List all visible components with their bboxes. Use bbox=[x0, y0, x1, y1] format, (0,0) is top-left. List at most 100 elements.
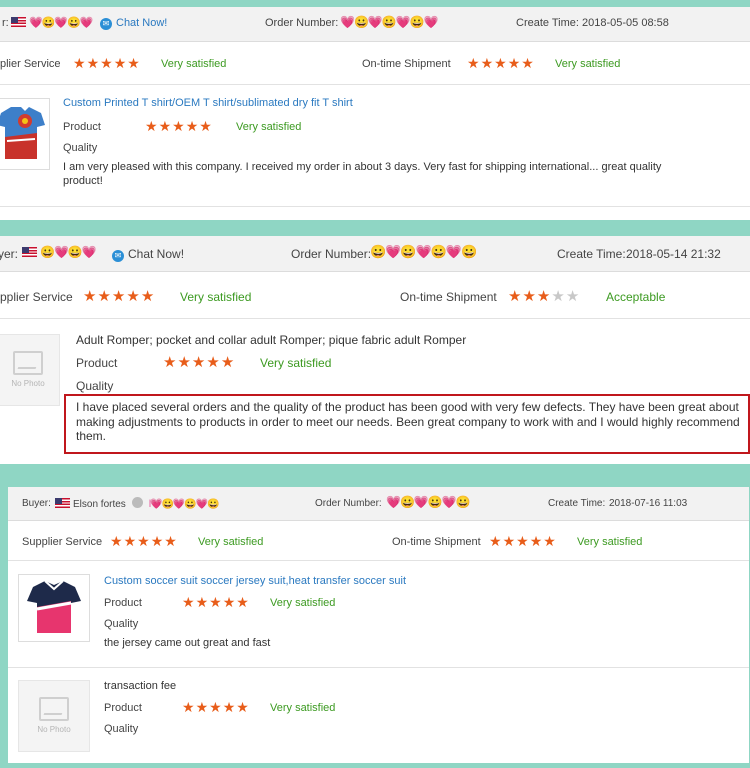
us-flag-icon bbox=[55, 498, 70, 508]
soccer-jersey-image-icon bbox=[27, 580, 81, 633]
product-thumbnail[interactable] bbox=[0, 98, 50, 170]
star-filled-icon: ★ bbox=[140, 288, 156, 305]
star-filled-icon: ★ bbox=[86, 55, 101, 71]
star-filled-icon: ★ bbox=[195, 594, 210, 610]
supplier-service-stars: ★★★★★ bbox=[110, 533, 178, 550]
quality-label: Quality bbox=[63, 142, 98, 154]
star-filled-icon: ★ bbox=[543, 533, 557, 549]
star-filled-icon: ★ bbox=[185, 118, 200, 134]
product-title-link[interactable]: Custom Printed T shirt/OEM T shirt/subli… bbox=[63, 97, 353, 109]
star-filled-icon: ★ bbox=[195, 699, 210, 715]
review-comment: I have placed several orders and the qua… bbox=[76, 400, 740, 443]
product-rating-text: Very satisfied bbox=[270, 597, 336, 609]
chat-now-link[interactable]: ✉ Chat Now! bbox=[112, 247, 184, 262]
product-rating-text: Very satisfied bbox=[236, 121, 302, 133]
shipment-text: Acceptable bbox=[606, 290, 666, 304]
product-stars: ★★★★★ bbox=[163, 353, 235, 371]
image-placeholder-icon bbox=[39, 697, 69, 721]
product-title-link[interactable]: Custom soccer suit soccer jersey suit,he… bbox=[104, 575, 406, 587]
star-filled-icon: ★ bbox=[163, 354, 178, 371]
star-filled-icon: ★ bbox=[145, 118, 159, 134]
review-card-2: yer: 😀💗😀💗 ✉ Chat Now! Order Number: 😀💗😀💗😀… bbox=[0, 236, 750, 464]
shipment-label: On-time Shipment bbox=[400, 290, 497, 304]
buyer-info: 😀💗😀💗 bbox=[19, 245, 97, 259]
star-filled-icon: ★ bbox=[177, 354, 192, 371]
masked-order-emoji-icons: 💗😀💗😀💗😀 bbox=[386, 495, 471, 509]
star-filled-icon: ★ bbox=[507, 55, 522, 71]
star-filled-icon: ★ bbox=[502, 533, 517, 549]
buyer-name: Elson fortes bbox=[73, 499, 126, 510]
create-time-value: 2018-05-14 21:32 bbox=[626, 247, 721, 261]
shipment-stars: ★★★★★ bbox=[508, 287, 580, 305]
supplier-service-label: Supplier Service bbox=[22, 536, 103, 548]
star-filled-icon: ★ bbox=[100, 55, 114, 71]
no-photo-label: No Photo bbox=[11, 379, 45, 388]
star-filled-icon: ★ bbox=[222, 594, 237, 610]
star-filled-icon: ★ bbox=[508, 288, 523, 305]
product-title[interactable]: Adult Romper; pocket and collar adult Ro… bbox=[76, 333, 466, 347]
no-photo-label: No Photo bbox=[37, 725, 71, 734]
chat-now-link[interactable]: ✉ Chat Now! bbox=[100, 17, 167, 30]
shipment-stars: ★★★★★ bbox=[467, 55, 535, 72]
create-time-value: 2018-05-05 08:58 bbox=[582, 17, 669, 29]
chat-now-label: Chat Now! bbox=[116, 17, 168, 29]
product-thumbnail[interactable] bbox=[18, 574, 90, 642]
review-comment: the jersey came out great and fast bbox=[104, 637, 271, 649]
product-stars: ★★★★★ bbox=[182, 594, 250, 611]
chat-now-label: Chat Now! bbox=[128, 247, 185, 261]
star-filled-icon: ★ bbox=[127, 55, 141, 71]
supplier-service-text: Very satisfied bbox=[198, 536, 264, 548]
star-filled-icon: ★ bbox=[236, 594, 250, 610]
buyer-label: yer: bbox=[0, 247, 19, 261]
supplier-service-stars: ★★★★★ bbox=[83, 287, 155, 305]
star-filled-icon: ★ bbox=[126, 288, 141, 305]
star-filled-icon: ★ bbox=[467, 55, 481, 71]
product-label: Product bbox=[63, 121, 101, 133]
supplier-service-label: plier Service bbox=[0, 58, 61, 70]
product-stars: ★★★★★ bbox=[182, 699, 250, 716]
star-filled-icon: ★ bbox=[199, 118, 213, 134]
avatar-icon bbox=[131, 497, 143, 508]
star-filled-icon: ★ bbox=[83, 288, 98, 305]
buyer-info: Elson fortes l💗😀💗😀💗😀 bbox=[52, 497, 220, 510]
star-filled-icon: ★ bbox=[480, 55, 495, 71]
review-card-1: r: 💗😀💗😀💗 ✉ Chat Now! Order Number: 💗😀💗😀💗😀… bbox=[0, 7, 750, 220]
order-number-label: Order Number: bbox=[291, 247, 372, 261]
quality-label: Quality bbox=[76, 379, 114, 393]
star-filled-icon: ★ bbox=[137, 533, 151, 549]
quality-label: Quality bbox=[104, 618, 139, 630]
star-filled-icon: ★ bbox=[494, 55, 508, 71]
shipment-stars: ★★★★★ bbox=[489, 533, 557, 550]
masked-name-emoji-icons: l💗😀💗😀💗😀 bbox=[148, 499, 220, 510]
star-filled-icon: ★ bbox=[521, 55, 535, 71]
star-filled-icon: ★ bbox=[236, 699, 250, 715]
product-title[interactable]: transaction fee bbox=[104, 680, 176, 692]
star-filled-icon: ★ bbox=[150, 533, 165, 549]
star-filled-icon: ★ bbox=[522, 288, 537, 305]
star-filled-icon: ★ bbox=[209, 594, 223, 610]
review-header: r: 💗😀💗😀💗 ✉ Chat Now! Order Number: 💗😀💗😀💗😀… bbox=[0, 7, 750, 42]
star-filled-icon: ★ bbox=[111, 288, 127, 305]
star-filled-icon: ★ bbox=[529, 533, 544, 549]
shipment-text: Very satisfied bbox=[577, 536, 643, 548]
star-filled-icon: ★ bbox=[172, 118, 186, 134]
star-filled-icon: ★ bbox=[164, 533, 178, 549]
image-placeholder-icon bbox=[13, 351, 43, 375]
product-rating-text: Very satisfied bbox=[270, 702, 336, 714]
us-flag-icon bbox=[11, 17, 26, 27]
chat-bubble-icon: ✉ bbox=[100, 18, 112, 30]
order-number-label: Order Number: bbox=[315, 498, 382, 509]
supplier-service-stars: ★★★★★ bbox=[73, 55, 141, 72]
star-filled-icon: ★ bbox=[182, 699, 196, 715]
divider bbox=[8, 667, 749, 668]
star-filled-icon: ★ bbox=[516, 533, 530, 549]
no-photo-placeholder: No Photo bbox=[18, 680, 90, 752]
quality-label: Quality bbox=[104, 723, 139, 735]
buyer-label: Buyer: bbox=[22, 498, 51, 509]
masked-order-emoji-icons: 💗😀💗😀💗😀💗 bbox=[340, 15, 439, 29]
star-filled-icon: ★ bbox=[123, 533, 138, 549]
star-filled-icon: ★ bbox=[158, 118, 173, 134]
supplier-service-label: pplier Service bbox=[0, 290, 73, 304]
star-filled-icon: ★ bbox=[110, 533, 124, 549]
star-empty-icon: ★ bbox=[565, 288, 581, 305]
